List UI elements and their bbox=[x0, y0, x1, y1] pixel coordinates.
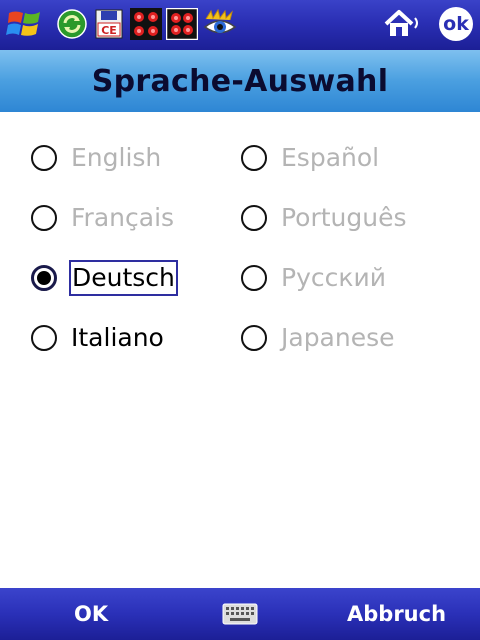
radio-circle[interactable] bbox=[31, 325, 57, 351]
language-option-italiano[interactable]: Italiano bbox=[31, 318, 166, 358]
language-option-label: Français bbox=[71, 203, 175, 232]
ok-softkey[interactable]: OK bbox=[74, 588, 108, 640]
radio-circle bbox=[241, 145, 267, 171]
cancel-softkey[interactable]: Abbruch bbox=[347, 588, 446, 640]
ok-button[interactable]: ok bbox=[438, 6, 474, 42]
title-bar: Sprache-Auswahl bbox=[0, 50, 480, 112]
cancel-softkey-label[interactable]: Abbruch bbox=[347, 602, 446, 626]
active-app-icon[interactable] bbox=[166, 8, 198, 40]
radio-circle bbox=[241, 265, 267, 291]
radio-circle bbox=[31, 145, 57, 171]
keyboard-icon[interactable] bbox=[222, 588, 258, 640]
start-menu-icon[interactable] bbox=[4, 8, 46, 40]
eye-icon[interactable] bbox=[202, 8, 238, 40]
radio-circle-selected[interactable] bbox=[31, 265, 57, 291]
language-option-russian: Русский bbox=[241, 258, 388, 298]
language-option-label: Português bbox=[281, 203, 407, 232]
taskbar: CE ok bbox=[0, 0, 480, 50]
language-option-label: English bbox=[71, 143, 162, 172]
radio-dot bbox=[37, 271, 51, 285]
language-option-label: Japanese bbox=[281, 323, 395, 352]
radio-circle bbox=[31, 205, 57, 231]
language-option-espanol: Español bbox=[241, 138, 381, 178]
radio-circle bbox=[241, 205, 267, 231]
language-option-label[interactable]: Deutsch bbox=[69, 260, 178, 296]
app-grid-icon[interactable] bbox=[130, 8, 162, 40]
page-title: Sprache-Auswahl bbox=[91, 63, 389, 99]
softkey-bar: OK Abbruch bbox=[0, 588, 480, 640]
language-option-portugues: Português bbox=[241, 198, 409, 238]
language-option-english: English bbox=[31, 138, 163, 178]
radio-circle bbox=[241, 325, 267, 351]
language-option-francais: Français bbox=[31, 198, 176, 238]
ok-softkey-label[interactable]: OK bbox=[74, 602, 108, 626]
sync-icon[interactable] bbox=[56, 8, 88, 40]
language-option-japanese: Japanese bbox=[241, 318, 397, 358]
language-option-label: Русский bbox=[281, 263, 386, 292]
home-icon[interactable] bbox=[382, 8, 422, 40]
language-option-deutsch[interactable]: Deutsch bbox=[31, 258, 178, 298]
ce-device-icon[interactable]: CE bbox=[93, 8, 125, 40]
language-option-label: Español bbox=[281, 143, 380, 172]
ok-button-label: ok bbox=[443, 13, 469, 35]
language-selection-panel: English Español Français Português Deuts… bbox=[0, 112, 480, 588]
svg-text:CE: CE bbox=[101, 24, 117, 37]
language-option-label[interactable]: Italiano bbox=[69, 320, 166, 356]
